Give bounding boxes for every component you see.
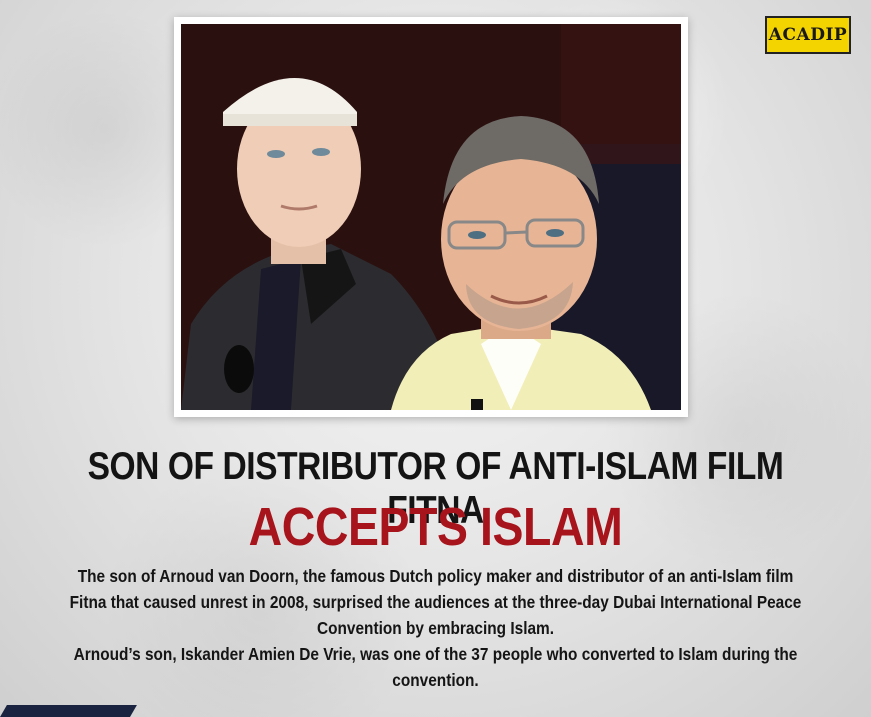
paragraph-2: Arnoud’s son, Iskander Amien De Vrie, wa… xyxy=(73,644,798,690)
photo-illustration xyxy=(181,24,681,410)
corner-accent xyxy=(0,705,137,717)
subheadline: ACCEPTS ISLAM xyxy=(248,497,623,557)
paragraph-1: The son of Arnoud van Doorn, the famous … xyxy=(69,566,802,638)
photo-two-men xyxy=(181,24,681,410)
article-body: The son of Arnoud van Doorn, the famous … xyxy=(65,563,805,693)
logo-text: ACADIP xyxy=(768,25,848,45)
photo-frame xyxy=(174,17,688,417)
acadip-logo: ACADIP xyxy=(765,16,851,54)
